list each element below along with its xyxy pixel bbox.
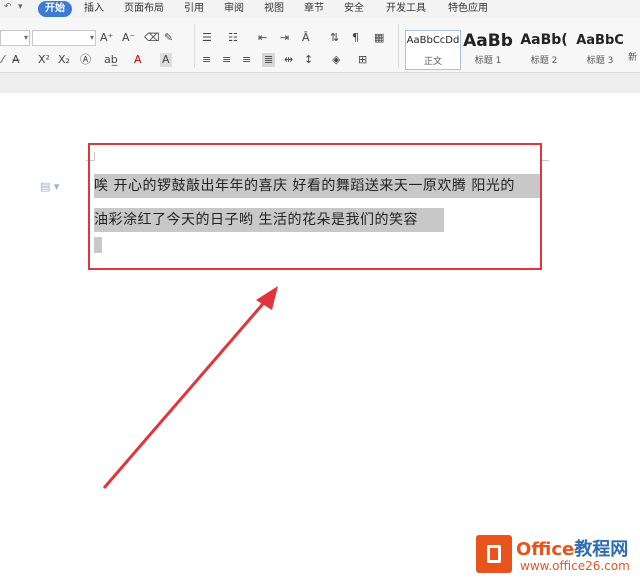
annotation-arrow — [102, 286, 278, 489]
office-logo-icon — [476, 535, 512, 573]
watermark: Office教程网 www.office26.com — [476, 533, 636, 577]
watermark-brand-en: Office — [516, 539, 575, 560]
arrow-shaft — [102, 297, 270, 489]
watermark-brand-cn: 教程网 — [574, 539, 629, 560]
watermark-url: www.office26.com — [520, 559, 630, 573]
